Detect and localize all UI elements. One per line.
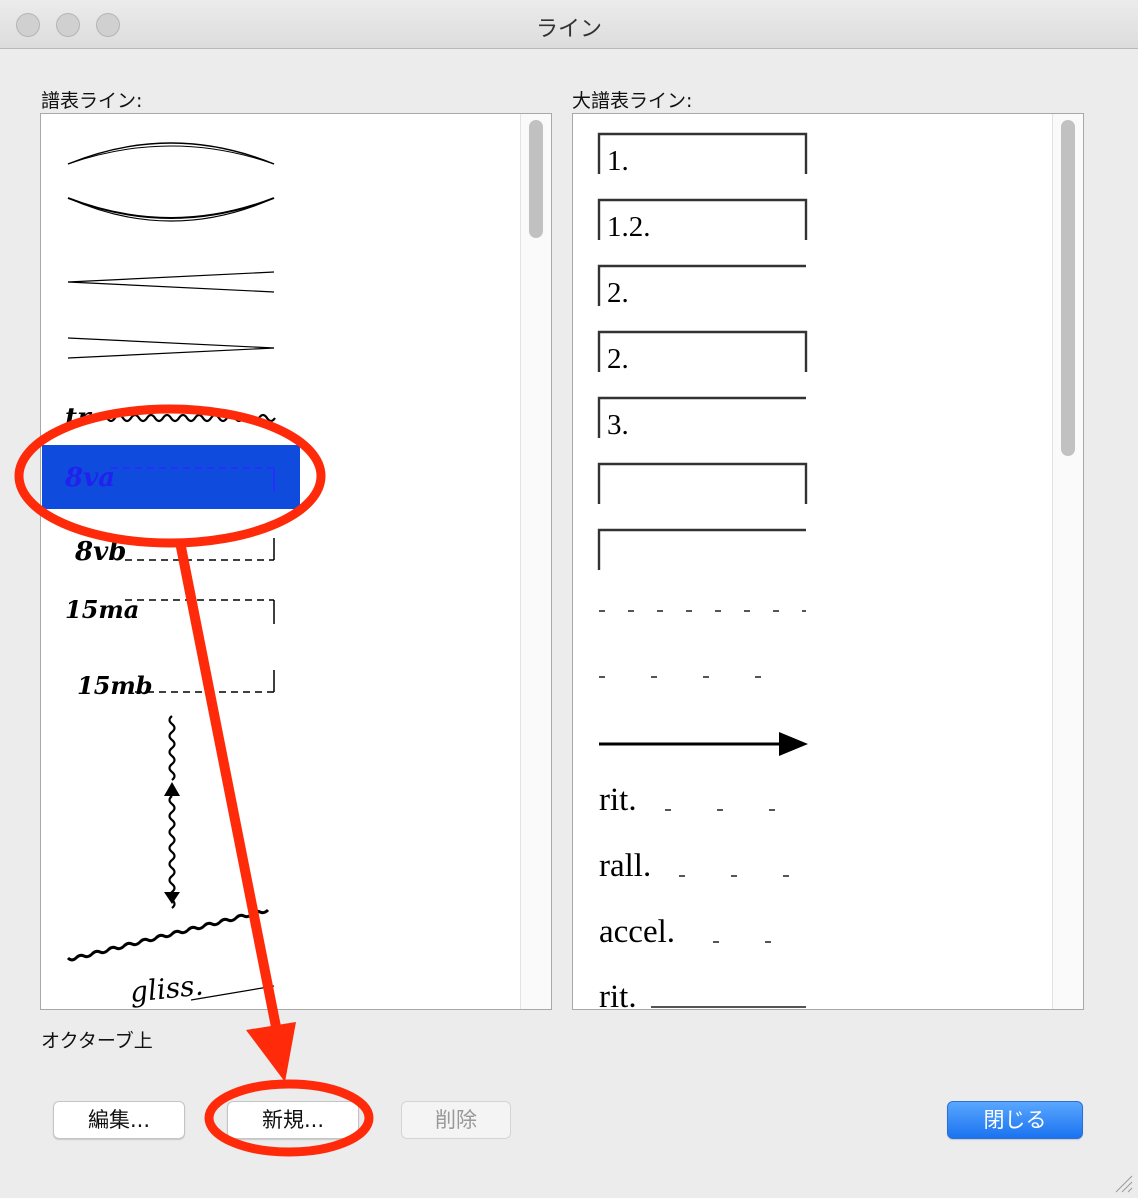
staff-lines-label: 譜表ライン:: [41, 90, 143, 112]
ending-3-open-text: 3.: [607, 409, 629, 441]
list-item-accel-dashed[interactable]: accel.: [599, 914, 775, 950]
system-lines-scrollbar[interactable]: [1052, 114, 1083, 1009]
octave-8va-text: 8va: [64, 463, 115, 493]
staff-lines-canvas: tr 8va 8vb 15ma 15mb gliss.: [42, 142, 300, 1009]
rit-text: rit.: [599, 782, 637, 818]
list-item-ending-3-open[interactable]: 3.: [597, 396, 806, 441]
gliss-text: gliss.: [128, 968, 205, 1009]
ending-1-2-text: 1.2.: [607, 211, 651, 243]
new-button[interactable]: 新規...: [227, 1101, 359, 1139]
rit-line-text: rit.: [599, 979, 637, 1009]
staff-lines-list[interactable]: tr 8va 8vb 15ma 15mb gliss.: [40, 113, 552, 1010]
list-item-ending-blank-open[interactable]: [597, 528, 806, 570]
list-item-gliss[interactable]: gliss.: [128, 968, 275, 1009]
staff-lines-scrollbar[interactable]: [520, 114, 551, 1009]
system-lines-label: 大譜表ライン:: [572, 90, 693, 112]
list-item-ending-2[interactable]: 2.: [597, 330, 808, 375]
ending-2-open-text: 2.: [607, 277, 629, 309]
staff-lines-scroll-thumb[interactable]: [529, 120, 543, 238]
list-item-ending-2-open[interactable]: 2.: [597, 264, 806, 309]
list-item-slur-over[interactable]: [67, 142, 275, 165]
rall-text: rall.: [599, 848, 651, 884]
list-item-rit-dashed[interactable]: rit.: [599, 782, 783, 818]
accel-text: accel.: [599, 914, 675, 950]
ending-1-text: 1.: [607, 145, 629, 177]
edit-button[interactable]: 編集...: [53, 1101, 185, 1139]
list-item-ending-1[interactable]: 1.: [597, 132, 808, 177]
close-button[interactable]: 閉じる: [947, 1101, 1083, 1139]
octave-15mb-text: 15mb: [77, 671, 153, 700]
list-item-15mb[interactable]: 15mb: [77, 670, 275, 700]
annotation-arrow-head: [246, 1022, 296, 1082]
list-item-crescendo[interactable]: [67, 271, 275, 293]
system-lines-scroll-thumb[interactable]: [1061, 120, 1075, 456]
list-item-8vb[interactable]: 8vb: [74, 537, 275, 567]
line-dialog: ライン 譜表ライン: 大譜表ライン: tr 8va 8vb 15ma 15mb …: [0, 0, 1138, 1198]
list-item-ending-1-2[interactable]: 1.2.: [597, 198, 808, 243]
list-item-rit-line[interactable]: rit.: [599, 979, 806, 1009]
selected-line-name: オクターブ上: [41, 1030, 153, 1052]
ending-2-text: 2.: [607, 343, 629, 375]
list-item-ending-blank[interactable]: [597, 462, 808, 504]
resize-grip-icon[interactable]: [1112, 1172, 1134, 1194]
delete-button: 削除: [401, 1101, 511, 1139]
system-lines-list[interactable]: 1. 1.2. 2. 2. 3. rit. rall. accel. rit.: [572, 113, 1084, 1010]
octave-8vb-text: 8vb: [74, 537, 126, 567]
list-item-arrow[interactable]: [599, 732, 808, 756]
title-bar: ライン: [0, 0, 1138, 49]
list-item-15ma[interactable]: 15ma: [65, 595, 275, 624]
list-item-arpeggio-up[interactable]: [168, 715, 176, 781]
trill-text: tr: [65, 403, 93, 433]
list-item-trill[interactable]: tr: [65, 403, 276, 433]
window-title: ライン: [535, 17, 602, 42]
list-item-slur-under[interactable]: [67, 197, 275, 222]
list-item-arpeggio-down[interactable]: [164, 782, 180, 909]
list-item-rall-dashed[interactable]: rall.: [599, 848, 795, 884]
system-lines-canvas: 1. 1.2. 2. 2. 3. rit. rall. accel. rit.: [597, 132, 808, 1009]
list-item-decrescendo[interactable]: [67, 337, 275, 359]
list-item-trill-wave[interactable]: [66, 908, 270, 962]
list-item-8va-selected[interactable]: 8va: [42, 445, 300, 509]
